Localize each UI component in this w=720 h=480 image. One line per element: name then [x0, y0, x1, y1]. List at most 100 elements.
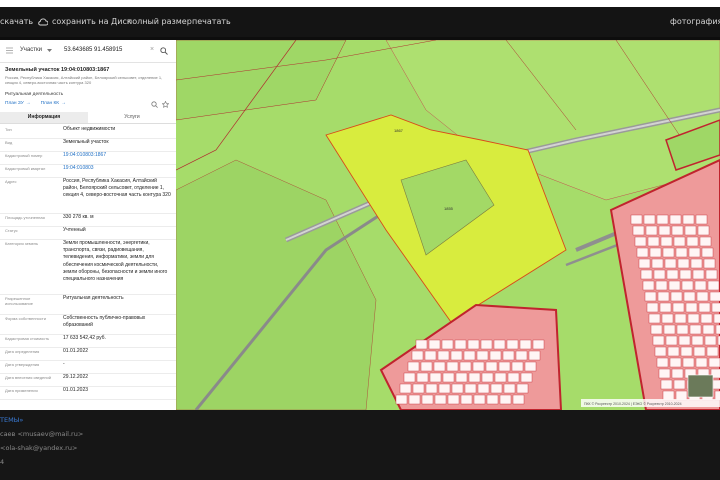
- footer-line-2: саев <musaev@mail.ru>: [0, 430, 84, 438]
- detail-value: Ритуальная деятельность: [63, 295, 124, 301]
- panel-tabs: Информация Услуги: [0, 112, 176, 124]
- detail-value: 330 278 кв. м: [63, 214, 94, 220]
- house-lot: [455, 372, 468, 383]
- house-lot: [446, 361, 459, 372]
- menu-icon[interactable]: [6, 47, 13, 54]
- house-lot: [421, 394, 434, 405]
- house-lot: [652, 335, 665, 346]
- house-lot: [675, 390, 688, 401]
- download-button[interactable]: скачать: [0, 17, 33, 26]
- house-lot: [671, 368, 684, 379]
- detail-value: -: [63, 361, 65, 367]
- house-lot: [712, 379, 720, 390]
- detail-value[interactable]: 19:04:010803:1867: [63, 152, 171, 159]
- coordinates-input[interactable]: 53.643685 91.458915: [64, 47, 122, 53]
- tab-services[interactable]: Услуги: [88, 112, 176, 123]
- house-lot: [437, 350, 450, 361]
- house-lot: [679, 269, 692, 280]
- footer-line-3: <ola-shak@yandex.ru>: [0, 444, 78, 452]
- house-lot: [708, 357, 720, 368]
- cadastral-map[interactable]: 1867 1855 ПКК © Росреестр 2010-2024 | ЕЭ…: [176, 40, 720, 410]
- house-lot: [705, 269, 718, 280]
- star-icon[interactable]: [162, 101, 169, 108]
- house-lot: [689, 324, 702, 335]
- detail-row: Тип Объект недвижимости: [0, 125, 176, 139]
- house-lot: [493, 339, 506, 350]
- detail-value: 01.01.2022: [63, 348, 89, 354]
- house-lot: [408, 394, 421, 405]
- detail-row: Кадастровый квартал 19:04:010803: [0, 164, 176, 178]
- detail-value[interactable]: 19:04:010803: [63, 165, 171, 172]
- full-size-button[interactable]: полный размер: [127, 17, 192, 26]
- detail-row: Кадастровый номер 19:04:010803:1867: [0, 151, 176, 165]
- house-lot: [656, 214, 669, 225]
- house-lot: [680, 346, 693, 357]
- house-lot: [686, 236, 699, 247]
- house-lot: [511, 361, 524, 372]
- detail-label: Дата утверждения: [5, 362, 40, 367]
- house-lot: [636, 247, 649, 258]
- detail-row: Разрешенное использование Ритуальная деят…: [0, 294, 176, 315]
- house-lot: [489, 350, 502, 361]
- house-lot: [399, 383, 412, 394]
- house-lot: [670, 291, 683, 302]
- plan-zu-link[interactable]: План ЗУ: [5, 101, 24, 106]
- house-lot: [696, 291, 709, 302]
- house-lot: [524, 361, 537, 372]
- print-button[interactable]: печатать: [192, 17, 231, 26]
- detail-label: Статус: [5, 228, 18, 233]
- house-lot: [516, 383, 529, 394]
- house-lot: [429, 372, 442, 383]
- house-lot: [498, 361, 511, 372]
- footer-line-1[interactable]: ТЕМЫ»: [0, 416, 23, 424]
- house-lot: [468, 372, 481, 383]
- browser-top-strip: [0, 0, 720, 7]
- house-lot: [713, 313, 720, 324]
- zoom-to-icon[interactable]: [151, 101, 158, 108]
- detail-value: Учтенный: [63, 227, 86, 233]
- detail-label: Дата внесения сведений: [5, 375, 51, 380]
- house-lot: [668, 280, 681, 291]
- house-lot: [650, 324, 663, 335]
- house-lot: [646, 302, 659, 313]
- detail-row: Вид Земельный участок: [0, 138, 176, 152]
- house-lot: [434, 394, 447, 405]
- screenshot-viewer: Участки 53.643685 91.458915 × Земельный …: [0, 37, 720, 410]
- house-lot: [463, 350, 476, 361]
- house-lot: [682, 357, 695, 368]
- search-mode-select[interactable]: Участки: [20, 47, 42, 53]
- save-to-disk-label: сохранить на Диск: [52, 17, 132, 26]
- house-lot: [486, 394, 499, 405]
- house-lot: [659, 302, 672, 313]
- house-lot: [638, 258, 651, 269]
- save-to-disk-button[interactable]: сохранить на Диск: [38, 17, 132, 26]
- tab-information[interactable]: Информация: [0, 112, 88, 123]
- house-lot: [460, 394, 473, 405]
- house-lot: [691, 335, 704, 346]
- house-lot: [661, 313, 674, 324]
- house-lot: [472, 361, 485, 372]
- house-lot: [464, 383, 477, 394]
- detail-value: Собственность публично-правовых образова…: [63, 315, 146, 329]
- house-lot: [476, 350, 489, 361]
- house-lot: [438, 383, 451, 394]
- house-lot: [660, 236, 673, 247]
- clear-icon[interactable]: ×: [150, 46, 154, 53]
- plan-kk-link[interactable]: План КК: [41, 101, 60, 106]
- house-lot: [640, 269, 653, 280]
- house-lot: [660, 379, 673, 390]
- detail-label: Тип: [5, 127, 12, 132]
- house-lot: [667, 346, 680, 357]
- house-lot: [403, 372, 416, 383]
- detail-value: 01.01.2023: [63, 387, 89, 393]
- basemap-thumbnail: [687, 374, 714, 398]
- house-lot: [647, 236, 660, 247]
- house-lot: [683, 291, 696, 302]
- search-icon[interactable]: [160, 47, 168, 55]
- house-lot: [502, 350, 515, 361]
- house-lot: [424, 350, 437, 361]
- house-lot: [690, 258, 703, 269]
- house-lot: [485, 361, 498, 372]
- house-lot: [407, 361, 420, 372]
- image-viewer-toolbar: скачать сохранить на Диск полный размер …: [0, 7, 720, 37]
